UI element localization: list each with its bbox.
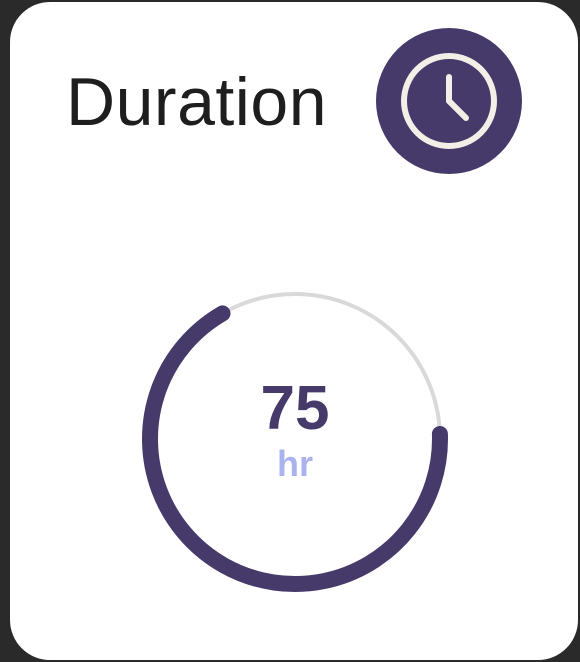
duration-unit: hr: [277, 443, 313, 484]
progress-ring: 75 hr: [120, 264, 470, 614]
duration-value: 75: [260, 374, 330, 443]
duration-card: Duration 75 hr: [10, 2, 578, 660]
card-title: Duration: [66, 64, 328, 140]
clock-icon: [376, 28, 522, 174]
